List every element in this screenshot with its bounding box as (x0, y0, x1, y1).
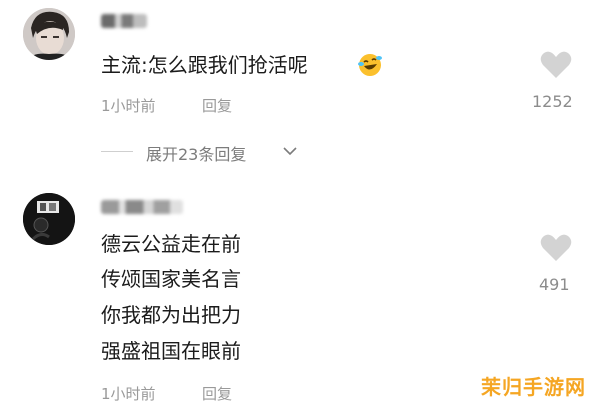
divider (101, 151, 133, 152)
heart-icon[interactable] (540, 51, 572, 79)
heart-icon[interactable] (540, 234, 572, 262)
expand-replies-button[interactable]: 展开23条回复 (146, 141, 246, 165)
username-blurred[interactable] (101, 200, 183, 214)
comment-text-line: 传颂国家美名言 (101, 267, 241, 291)
laughing-crying-emoji-icon (357, 52, 383, 78)
username-blurred[interactable] (101, 14, 147, 28)
comment-text-line: 你我都为出把力 (101, 303, 241, 327)
watermark-text: 茉归手游网 (481, 375, 586, 399)
user-avatar[interactable] (23, 8, 75, 60)
comment-time: 1小时前 (101, 385, 156, 403)
reply-button[interactable]: 回复 (202, 383, 232, 404)
comment-text-line: 强盛祖国在眼前 (101, 339, 241, 363)
comment-text: 主流:怎么跟我们抢活呢 (101, 53, 308, 77)
reply-button[interactable]: 回复 (202, 95, 232, 116)
comment-time: 1小时前 (101, 97, 156, 115)
comment-text-line: 德云公益走在前 (101, 232, 241, 256)
chevron-down-icon[interactable] (282, 143, 298, 159)
like-count: 491 (539, 275, 570, 294)
like-count: 1252 (532, 92, 573, 111)
user-avatar[interactable] (23, 193, 75, 245)
